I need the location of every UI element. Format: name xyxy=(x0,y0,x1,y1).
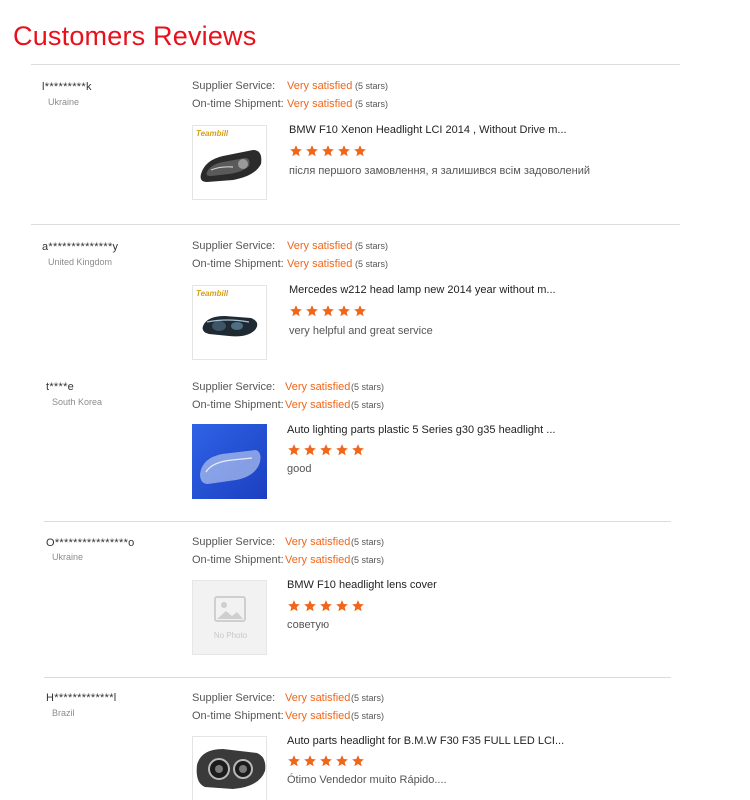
supplier-service-value: Very satisfied xyxy=(287,240,353,252)
star-icon xyxy=(351,443,365,457)
star-rating xyxy=(287,443,367,457)
reviewer-name: l*********k xyxy=(42,81,92,93)
star-icon xyxy=(287,754,301,768)
star-rating xyxy=(287,754,367,768)
product-thumbnail[interactable] xyxy=(192,736,267,800)
star-icon xyxy=(289,144,303,158)
star-icon xyxy=(303,754,317,768)
no-photo-label: No Photo xyxy=(213,631,248,640)
shipment-label: On-time Shipment: xyxy=(192,98,284,110)
star-icon xyxy=(305,144,319,158)
supplier-service-label: Supplier Service: xyxy=(192,381,276,393)
reviewer-country: Ukraine xyxy=(52,552,84,562)
reviewer-name: O****************o xyxy=(46,537,135,549)
star-icon xyxy=(303,443,317,457)
shipment-label: On-time Shipment: xyxy=(192,710,284,722)
shipment-stars: (5 stars) xyxy=(351,555,385,565)
star-rating xyxy=(287,599,367,613)
shipment-label: On-time Shipment: xyxy=(192,554,284,566)
product-title[interactable]: Mercedes w212 head lamp new 2014 year wi… xyxy=(289,284,556,296)
supplier-service-label: Supplier Service: xyxy=(192,240,276,252)
review-comment: Ótimo Vendedor muito Rápido.... xyxy=(287,774,447,786)
reviewer-country: United Kingdom xyxy=(48,257,113,267)
star-icon xyxy=(319,599,333,613)
supplier-service-stars: (5 stars) xyxy=(355,81,389,91)
star-icon xyxy=(321,304,335,318)
star-icon xyxy=(351,599,365,613)
supplier-service-label: Supplier Service: xyxy=(192,536,276,548)
star-icon xyxy=(335,599,349,613)
star-icon xyxy=(289,304,303,318)
star-icon xyxy=(335,443,349,457)
image-placeholder-icon xyxy=(214,596,246,622)
reviewer-name: a**************y xyxy=(42,241,119,253)
supplier-service-stars: (5 stars) xyxy=(355,241,389,251)
review-comment: very helpful and great service xyxy=(289,325,433,337)
shipment-stars: (5 stars) xyxy=(351,400,385,410)
star-icon xyxy=(337,144,351,158)
brand-logo: Teambill xyxy=(196,289,229,298)
reviewer-country: Brazil xyxy=(52,708,75,718)
supplier-service-value: Very satisfied xyxy=(285,536,351,548)
supplier-service-stars: (5 stars) xyxy=(351,537,385,547)
review-comment: після першого замовлення, я залишився вс… xyxy=(289,165,591,177)
star-icon xyxy=(305,304,319,318)
reviewer-country: Ukraine xyxy=(48,97,80,107)
reviewer-country: South Korea xyxy=(52,397,103,407)
brand-logo: Teambill xyxy=(196,129,229,138)
supplier-service-label: Supplier Service: xyxy=(192,692,276,704)
product-title[interactable]: Auto lighting parts plastic 5 Series g30… xyxy=(287,424,555,436)
product-title[interactable]: Auto parts headlight for B.M.W F30 F35 F… xyxy=(287,735,564,747)
supplier-service-stars: (5 stars) xyxy=(351,382,385,392)
star-icon xyxy=(351,754,365,768)
review-comment: советую xyxy=(287,619,330,631)
page-title: Customers Reviews xyxy=(13,21,257,51)
supplier-service-label: Supplier Service: xyxy=(192,80,276,92)
supplier-service-value: Very satisfied xyxy=(285,381,351,393)
review-divider xyxy=(44,521,671,522)
star-rating xyxy=(289,144,369,158)
star-icon xyxy=(319,443,333,457)
star-icon xyxy=(287,443,301,457)
reviewer-name: H*************l xyxy=(46,692,117,704)
supplier-service-value: Very satisfied xyxy=(287,80,353,92)
star-icon xyxy=(319,754,333,768)
shipment-value: Very satisfied xyxy=(285,399,351,411)
shipment-label: On-time Shipment: xyxy=(192,258,284,270)
supplier-service-stars: (5 stars) xyxy=(351,693,385,703)
star-icon xyxy=(337,304,351,318)
star-icon xyxy=(287,599,301,613)
lens-cover-image xyxy=(192,424,267,499)
star-icon xyxy=(353,304,367,318)
product-thumbnail[interactable]: Teambill xyxy=(192,125,267,200)
shipment-stars: (5 stars) xyxy=(355,99,389,109)
product-title[interactable]: BMW F10 Xenon Headlight LCI 2014 , Witho… xyxy=(289,124,567,136)
shipment-stars: (5 stars) xyxy=(355,259,389,269)
reviewer-name: t****e xyxy=(46,381,75,393)
review-divider xyxy=(44,677,671,678)
star-icon xyxy=(335,754,349,768)
star-rating xyxy=(289,304,369,318)
review-comment: good xyxy=(287,463,312,475)
shipment-value: Very satisfied xyxy=(287,98,353,110)
shipment-value: Very satisfied xyxy=(285,710,351,722)
star-icon xyxy=(303,599,317,613)
product-thumbnail[interactable]: Teambill xyxy=(192,285,267,360)
title-divider xyxy=(31,64,680,65)
star-icon xyxy=(321,144,335,158)
star-icon xyxy=(353,144,367,158)
product-thumbnail[interactable] xyxy=(192,424,267,499)
shipment-stars: (5 stars) xyxy=(351,711,385,721)
shipment-value: Very satisfied xyxy=(287,258,353,270)
review-divider xyxy=(31,224,680,225)
product-thumbnail[interactable]: No Photo xyxy=(192,580,267,655)
product-title[interactable]: BMW F10 headlight lens cover xyxy=(287,579,437,591)
shipment-label: On-time Shipment: xyxy=(192,399,284,411)
shipment-value: Very satisfied xyxy=(285,554,351,566)
headlight-image xyxy=(196,749,266,789)
supplier-service-value: Very satisfied xyxy=(285,692,351,704)
